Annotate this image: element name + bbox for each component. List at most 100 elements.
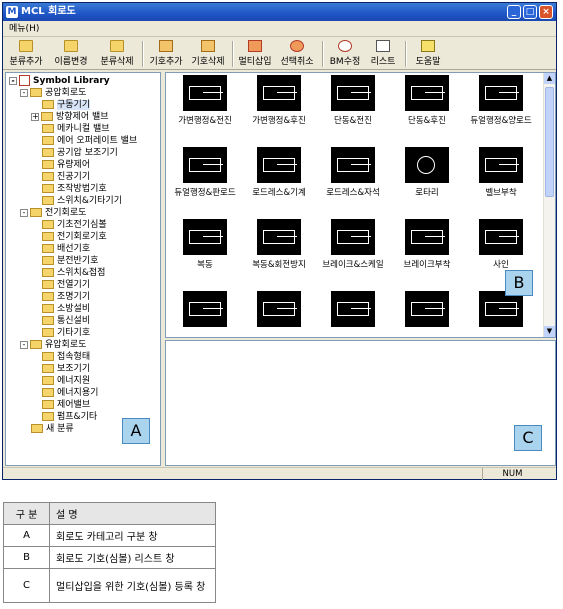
multi-insert-button[interactable]: 멀티삽입 <box>236 39 274 69</box>
cylinder-symbol-icon <box>331 219 375 255</box>
symbol-item[interactable]: 벨브부착 <box>464 147 538 198</box>
tree-item[interactable]: 소방설비 <box>42 303 90 315</box>
tree-item[interactable]: 배선기호 <box>42 243 90 255</box>
menu-help[interactable]: 메뉴(H) <box>9 24 39 34</box>
rename-button[interactable]: 이름변경 <box>51 39 91 69</box>
folder-icon <box>42 232 54 241</box>
symbol-item[interactable]: 로드레스&자석 <box>316 147 390 198</box>
symbol-item[interactable] <box>464 291 538 330</box>
tree-item[interactable]: 진공기기 <box>42 171 90 183</box>
minimize-button[interactable]: _ <box>507 5 521 19</box>
tree-item[interactable]: 에어 오퍼레이트 밸브 <box>42 135 137 147</box>
collapse-icon[interactable]: - <box>20 208 28 217</box>
folder-icon <box>42 364 54 373</box>
symbol-item[interactable]: 단동&전진 <box>316 75 390 126</box>
symbol-item[interactable] <box>390 291 464 330</box>
tree-item[interactable]: 유량제어 <box>42 159 90 171</box>
tree-item[interactable]: 에너지원 <box>42 375 90 387</box>
tree-item[interactable]: 기타기호 <box>42 327 90 339</box>
symbol-item[interactable]: 브레이크부착 <box>390 219 464 270</box>
tree-item[interactable]: 공기압 보조기기 <box>42 147 118 159</box>
folder-icon <box>42 220 54 229</box>
symbol-item[interactable]: 로드레스&기계 <box>242 147 316 198</box>
symbol-label: 복동 <box>197 260 213 270</box>
title-bar[interactable]: M MCL 회로도 _ □ × <box>3 3 556 21</box>
tree-item[interactable]: 전기회로기호 <box>42 231 107 243</box>
tree-item[interactable]: 분전반기호 <box>42 255 98 267</box>
folder-icon <box>42 316 54 325</box>
help-button[interactable]: 도움말 <box>411 39 445 69</box>
tree-item[interactable]: 스위치&접점 <box>42 267 105 279</box>
scroll-down-icon[interactable]: ▼ <box>544 326 555 337</box>
vertical-scrollbar[interactable]: ▲ ▼ <box>543 73 555 337</box>
cylinder-symbol-icon <box>405 219 449 255</box>
button-label: 도움말 <box>415 57 441 67</box>
expand-icon[interactable]: + <box>31 112 39 121</box>
tree-item[interactable]: 조명기기 <box>42 291 90 303</box>
symbol-label: 사인 <box>493 260 509 270</box>
tree-item[interactable]: 스위치&기타기기 <box>42 195 122 207</box>
symbol-item[interactable] <box>168 291 242 330</box>
symbol-item[interactable]: 가변행정&후진 <box>242 75 316 126</box>
tree-item[interactable]: 전열기기 <box>42 279 90 291</box>
list-button[interactable]: 리스트 <box>366 39 400 69</box>
collapse-icon[interactable]: - <box>20 88 28 97</box>
symbol-item[interactable] <box>242 291 316 330</box>
scroll-up-icon[interactable]: ▲ <box>544 73 555 84</box>
symbol-label: 듀얼행정&판로드 <box>174 188 236 198</box>
multi-insert-panel[interactable] <box>165 340 556 466</box>
folder-icon <box>42 100 54 109</box>
cylinder-symbol-icon <box>479 75 523 111</box>
tree-root[interactable]: - Symbol Library <box>9 75 110 87</box>
cylinder-symbol-icon <box>183 75 227 111</box>
tree-item[interactable]: 접속형태 <box>42 351 90 363</box>
cylinder-symbol-icon <box>479 219 523 255</box>
tree-item[interactable]: 제어밸브 <box>42 399 90 411</box>
delete-category-button[interactable]: 분류삭제 <box>97 39 137 69</box>
window-title: MCL 회로도 <box>21 6 76 17</box>
add-symbol-button[interactable]: 기호추가 <box>147 39 185 69</box>
category-tree[interactable]: - Symbol Library - 공압회로도 구동기기 + 방향제어 밸브 메카니… <box>5 72 161 466</box>
maximize-button[interactable]: □ <box>523 5 537 19</box>
tree-item[interactable]: 에너지용기 <box>42 387 98 399</box>
collapse-icon[interactable]: - <box>9 76 17 85</box>
symbol-item[interactable]: 듀얼행정&판로드 <box>168 147 242 198</box>
tree-item[interactable]: 기초전기심볼 <box>42 219 107 231</box>
collapse-icon[interactable]: - <box>20 340 28 349</box>
legend-header-description: 설 명 <box>49 502 216 525</box>
symbol-item[interactable] <box>316 291 390 330</box>
tree-item[interactable]: 조작방법기호 <box>42 183 107 195</box>
tree-item-label: 기초전기심볼 <box>57 220 107 230</box>
tree-item[interactable]: 메카니컬 밸브 <box>42 123 110 135</box>
close-button[interactable]: × <box>539 5 553 19</box>
add-category-button[interactable]: 분류추가 <box>7 39 45 69</box>
window-controls: _ □ × <box>507 5 553 19</box>
symbol-list[interactable]: 가변행정&전진 가변행정&후진 단동&전진 단동&후진 듀얼행정&양로드 듀얼행… <box>165 72 556 338</box>
button-label: 멀티삽입 <box>238 57 272 67</box>
scroll-thumb[interactable] <box>545 87 554 197</box>
symbol-item[interactable]: 사인 <box>464 219 538 270</box>
delete-symbol-button[interactable]: 기호삭제 <box>189 39 227 69</box>
bm-edit-button[interactable]: BM수정 <box>326 39 364 69</box>
symbol-item[interactable]: 복동 <box>168 219 242 270</box>
tree-item-selected[interactable]: 구동기기 <box>42 99 91 111</box>
symbol-item[interactable]: 듀얼행정&양로드 <box>464 75 538 126</box>
symbol-item[interactable]: 복동&회전방지 <box>242 219 316 270</box>
legend-row: C 멀티삽입을 위한 기호(심볼) 등록 창 <box>3 568 216 603</box>
tree-item[interactable]: - 유압회로도 <box>20 339 86 351</box>
symbol-item[interactable]: 로타리 <box>390 147 464 198</box>
tree-item[interactable]: 새 분류 <box>31 423 74 435</box>
tree-item-label: 보조기기 <box>57 364 91 374</box>
symbol-item[interactable]: 단동&후진 <box>390 75 464 126</box>
symbol-item[interactable]: 브레이크&스케일 <box>316 219 390 270</box>
tree-item[interactable]: 통신설비 <box>42 315 90 327</box>
tree-item[interactable]: - 공압회로도 <box>20 87 86 99</box>
tree-item[interactable]: 보조기기 <box>42 363 90 375</box>
tree-item[interactable]: - 전기회로도 <box>20 207 86 219</box>
symbol-item[interactable]: 가변행정&전진 <box>168 75 242 126</box>
tree-item[interactable]: + 방향제어 밸브 <box>31 111 109 123</box>
cancel-selection-button[interactable]: 선택취소 <box>277 39 317 69</box>
folder-icon <box>42 184 54 193</box>
tree-item-label: 분전반기호 <box>57 256 99 266</box>
tree-item[interactable]: 펌프&기타 <box>42 411 97 423</box>
